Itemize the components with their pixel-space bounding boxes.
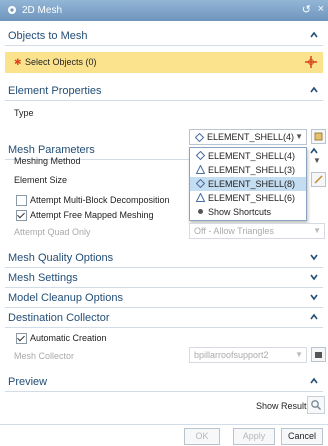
settings-icon	[314, 132, 323, 141]
mesh-collector-label: Mesh Collector	[14, 351, 75, 361]
dropdown-item[interactable]: Show Shortcuts	[190, 205, 306, 219]
dropdown-item-selected[interactable]: ELEMENT_SHELL(8)	[190, 177, 306, 191]
section-label: Preview	[8, 376, 48, 388]
dropdown-item-label: ELEMENT_SHELL(4)	[208, 151, 296, 161]
chevron-down-icon[interactable]	[309, 272, 319, 282]
free-mapped-checkbox[interactable]	[16, 210, 27, 221]
dropdown-item-label: ELEMENT_SHELL(3)	[208, 165, 296, 175]
dropdown-item-label: Show Shortcuts	[208, 207, 272, 217]
mesh-collector-value: bpillarroofsupport2	[194, 350, 269, 360]
pencil-icon	[314, 175, 323, 184]
quad-only-select[interactable]: Off - Allow Triangles ▼	[189, 223, 325, 239]
cancel-button[interactable]: Cancel	[281, 428, 323, 445]
dialog-title-bar: 2D Mesh ↺ ×	[0, 0, 328, 21]
section-destination-collector[interactable]: Destination Collector	[5, 308, 323, 328]
section-label: Mesh Quality Options	[8, 252, 114, 264]
section-element-properties[interactable]: Element Properties	[5, 81, 323, 101]
select-objects-label: Select Objects (0)	[25, 57, 97, 67]
automatic-creation-label: Automatic Creation	[30, 333, 107, 343]
close-icon[interactable]: ×	[318, 3, 324, 15]
free-mapped-label: Attempt Free Mapped Meshing	[30, 210, 154, 220]
dialog-button-bar: OK Apply Cancel	[0, 424, 328, 446]
chevron-down-icon: ▼	[313, 226, 321, 235]
show-result-label: Show Result	[256, 401, 307, 411]
chevron-up-icon[interactable]	[309, 376, 319, 386]
shortcuts-icon	[198, 209, 203, 214]
reset-icon[interactable]: ↺	[302, 3, 311, 16]
dropdown-item-label: ELEMENT_SHELL(8)	[208, 179, 296, 189]
element-size-label: Element Size	[14, 175, 68, 185]
dropdown-item[interactable]: ELEMENT_SHELL(3)	[190, 163, 306, 177]
automatic-creation-checkbox[interactable]	[16, 333, 27, 344]
mesh-gear-icon	[8, 6, 16, 14]
select-objects-row[interactable]: ✱ Select Objects (0)	[5, 52, 323, 73]
dropdown-item-label: ELEMENT_SHELL(6)	[208, 193, 296, 203]
auto-element-size-button[interactable]	[311, 172, 326, 187]
type-row: Type	[5, 105, 323, 121]
diamond-icon	[195, 133, 204, 142]
type-select[interactable]: ELEMENT_SHELL(4) ▼	[189, 129, 307, 145]
ok-button[interactable]: OK	[184, 428, 220, 445]
section-preview[interactable]: Preview	[5, 372, 323, 392]
mesh-collector-select[interactable]: bpillarroofsupport2 ▼	[189, 347, 307, 363]
section-label: Destination Collector	[8, 312, 110, 324]
chevron-up-icon[interactable]	[309, 312, 319, 322]
section-label: Model Cleanup Options	[8, 292, 123, 304]
crosshair-select-icon[interactable]	[304, 55, 318, 69]
mesh-collector-edit-button[interactable]	[311, 347, 326, 362]
apply-button[interactable]: Apply	[233, 428, 275, 445]
chevron-down-icon: ▼	[295, 350, 303, 359]
type-select-value: ELEMENT_SHELL(4)	[207, 132, 295, 142]
multi-block-checkbox[interactable]	[16, 195, 27, 206]
multi-block-label: Attempt Multi-Block Decomposition	[30, 195, 170, 205]
triangle-icon	[196, 165, 205, 174]
dropdown-item[interactable]: ELEMENT_SHELL(4)	[190, 149, 306, 163]
dialog-title: 2D Mesh	[22, 5, 63, 16]
magnifier-icon	[311, 400, 322, 411]
show-result-button[interactable]	[307, 396, 325, 414]
chevron-down-icon: ▼	[295, 132, 303, 141]
section-mesh-settings[interactable]: Mesh Settings	[5, 268, 323, 288]
type-dropdown-list: ELEMENT_SHELL(4) ELEMENT_SHELL(3) ELEMEN…	[189, 147, 307, 221]
section-label: Element Properties	[8, 85, 102, 97]
section-label: Objects to Mesh	[8, 30, 88, 42]
quad-only-value: Off - Allow Triangles	[194, 226, 274, 236]
section-model-cleanup-options[interactable]: Model Cleanup Options	[5, 288, 323, 308]
meshing-method-label: Meshing Method	[14, 156, 81, 166]
diamond-icon	[196, 179, 205, 188]
section-objects-to-mesh[interactable]: Objects to Mesh	[5, 26, 323, 46]
diamond-icon	[196, 151, 205, 160]
chevron-down-icon[interactable]	[309, 252, 319, 262]
meshing-method-dropdown-arrow[interactable]: ▼	[313, 156, 321, 165]
section-label: Mesh Settings	[8, 272, 78, 284]
chevron-up-icon[interactable]	[309, 30, 319, 40]
dropdown-item[interactable]: ELEMENT_SHELL(6)	[190, 191, 306, 205]
required-star-icon: ✱	[14, 57, 22, 67]
collector-icon	[315, 352, 322, 358]
type-label: Type	[14, 108, 34, 118]
chevron-up-icon[interactable]	[309, 85, 319, 95]
chevron-down-icon[interactable]	[309, 292, 319, 302]
section-mesh-quality-options[interactable]: Mesh Quality Options	[5, 248, 323, 268]
quad-only-label: Attempt Quad Only	[14, 227, 91, 237]
triangle-icon	[196, 193, 205, 202]
element-type-settings-button[interactable]	[311, 129, 326, 144]
